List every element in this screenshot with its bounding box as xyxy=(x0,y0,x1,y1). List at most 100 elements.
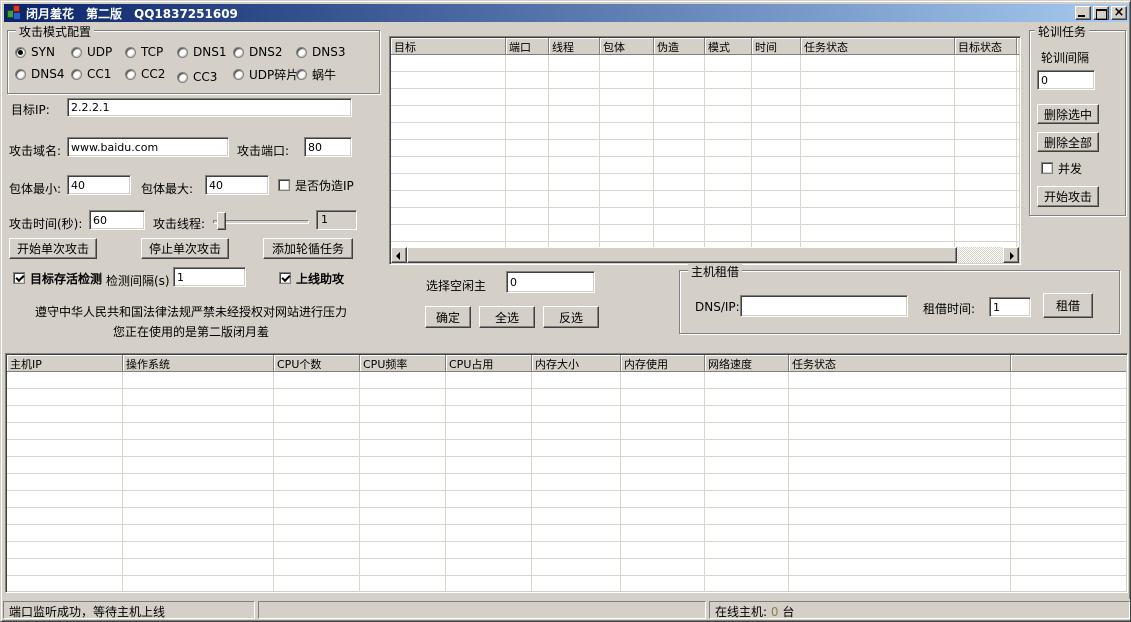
column-header-os[interactable]: 操作系统 xyxy=(123,355,274,372)
arrow-right-icon[interactable] xyxy=(1003,247,1019,263)
minimize-icon[interactable] xyxy=(1075,6,1091,20)
legal-warning-line1: 遵守中华人民共和国法律法规严禁未经授权对网站进行压力 xyxy=(1,303,381,320)
dns-ip-label: DNS/IP: xyxy=(695,300,740,314)
attack-time-input[interactable] xyxy=(89,210,145,230)
radio-label: DNS1 xyxy=(193,45,226,59)
host-rental-group-title: 主机租借 xyxy=(688,263,742,280)
add-loop-task-button[interactable]: 添加轮循任务 xyxy=(263,238,353,259)
status-bar: 端口监听成功，等待主机上线 在线主机: 0 台 xyxy=(3,599,1130,620)
maximize-icon[interactable] xyxy=(1093,6,1109,20)
check-interval-label: 检测间隔(s) xyxy=(106,272,170,289)
radio-label: TCP xyxy=(141,45,163,59)
column-header-cpu-freq[interactable]: CPU频率 xyxy=(360,355,446,372)
column-header-packet[interactable]: 包体 xyxy=(600,38,654,55)
column-header-cpu-count[interactable]: CPU个数 xyxy=(274,355,360,372)
select-idle-host-input[interactable] xyxy=(506,271,595,293)
checkbox-icon xyxy=(1041,162,1053,174)
column-header-port[interactable]: 端口 xyxy=(506,38,549,55)
radio-mode-dns1[interactable]: DNS1 xyxy=(177,45,226,59)
radio-mode-udp-fragment[interactable]: UDP碎片 xyxy=(233,67,298,81)
column-header-target[interactable]: 目标 xyxy=(391,38,506,55)
radio-label: CC1 xyxy=(87,67,111,81)
app-window: 闭月羞花 第二版 QQ1837251609 攻击模式配置 SYN UDP TCP… xyxy=(0,0,1131,622)
radio-icon xyxy=(177,72,188,83)
radio-icon xyxy=(233,69,244,80)
threads-value-box: 1 xyxy=(316,210,357,230)
radio-mode-tcp[interactable]: TCP xyxy=(125,45,163,59)
task-table-header: 目标 端口 线程 包体 伪造 模式 时间 任务状态 目标状态 xyxy=(391,38,1019,55)
checkbox-icon xyxy=(13,272,25,284)
column-header-target-status[interactable]: 目标状态 xyxy=(955,38,1017,55)
packet-max-input[interactable] xyxy=(205,175,269,195)
column-header-mem-usage[interactable]: 内存使用 xyxy=(621,355,705,372)
column-header-time[interactable]: 时间 xyxy=(752,38,801,55)
radio-icon xyxy=(233,47,244,58)
select-all-button[interactable]: 全选 xyxy=(479,306,535,328)
radio-icon xyxy=(15,47,26,58)
column-header-threads[interactable]: 线程 xyxy=(549,38,600,55)
target-ip-input[interactable] xyxy=(67,98,352,117)
threads-slider-track[interactable] xyxy=(213,220,309,224)
invert-selection-button[interactable]: 反选 xyxy=(543,306,599,328)
packet-min-input[interactable] xyxy=(67,175,131,195)
radio-mode-cc1[interactable]: CC1 xyxy=(71,67,111,81)
column-header-task-status[interactable]: 任务状态 xyxy=(801,38,955,55)
stop-single-attack-button[interactable]: 停止单次攻击 xyxy=(141,238,229,259)
attack-domain-label: 攻击域名: xyxy=(9,142,61,159)
attack-time-label: 攻击时间(秒): xyxy=(9,215,82,232)
attack-port-input[interactable] xyxy=(304,137,352,157)
arrow-left-icon[interactable] xyxy=(391,247,407,263)
column-header-cpu-usage[interactable]: CPU占用 xyxy=(446,355,532,372)
radio-mode-snail[interactable]: 蜗牛 xyxy=(296,67,336,81)
attack-mode-group-title: 攻击模式配置 xyxy=(16,23,94,40)
loop-interval-input[interactable] xyxy=(1037,70,1095,90)
attack-port-label: 攻击端口: xyxy=(237,142,289,159)
attack-domain-input[interactable] xyxy=(67,137,229,157)
online-assist-checkbox[interactable]: 上线助攻 xyxy=(279,271,344,285)
delete-selected-button[interactable]: 删除选中 xyxy=(1037,104,1099,124)
column-header-net-speed[interactable]: 网络速度 xyxy=(705,355,789,372)
column-header-host-ip[interactable]: 主机IP xyxy=(7,355,123,372)
host-table-header: 主机IP 操作系统 CPU个数 CPU频率 CPU占用 内存大小 内存使用 网络… xyxy=(7,355,1126,372)
radio-mode-udp[interactable]: UDP xyxy=(71,45,112,59)
scrollbar-track[interactable] xyxy=(957,247,1003,263)
scrollbar-thumb[interactable] xyxy=(407,247,957,263)
delete-all-button[interactable]: 删除全部 xyxy=(1037,132,1099,152)
column-header-mem-size[interactable]: 内存大小 xyxy=(532,355,621,372)
attack-threads-label: 攻击线程: xyxy=(153,215,205,232)
radio-mode-dns4[interactable]: DNS4 xyxy=(15,67,64,81)
radio-icon xyxy=(71,69,82,80)
column-header-task-status[interactable]: 任务状态 xyxy=(789,355,1011,372)
confirm-button[interactable]: 确定 xyxy=(425,306,471,328)
radio-label: 蜗牛 xyxy=(312,66,336,83)
checkbox-label: 目标存活检测 xyxy=(30,270,102,287)
radio-label: UDP碎片 xyxy=(249,66,298,83)
radio-icon xyxy=(71,47,82,58)
start-single-attack-button[interactable]: 开始单次攻击 xyxy=(9,238,97,259)
dns-ip-input[interactable] xyxy=(740,295,908,317)
column-header-mode[interactable]: 模式 xyxy=(705,38,752,55)
version-notice-line2: 您正在使用的是第二版闭月羞 xyxy=(1,323,381,340)
check-interval-input[interactable] xyxy=(173,267,246,287)
target-alive-checkbox[interactable]: 目标存活检测 xyxy=(13,271,102,285)
radio-mode-cc2[interactable]: CC2 xyxy=(125,67,165,81)
rental-time-input[interactable] xyxy=(989,297,1031,317)
task-table-hscrollbar[interactable] xyxy=(391,247,1019,263)
close-icon[interactable] xyxy=(1111,6,1127,20)
host-table-body[interactable] xyxy=(7,372,1126,591)
column-header-fake[interactable]: 伪造 xyxy=(654,38,705,55)
radio-mode-dns2[interactable]: DNS2 xyxy=(233,45,282,59)
radio-label: DNS4 xyxy=(31,67,64,81)
start-attack-button[interactable]: 开始攻击 xyxy=(1037,186,1099,207)
radio-mode-cc3[interactable]: CC3 xyxy=(177,70,217,84)
fake-ip-checkbox[interactable]: 是否伪造IP xyxy=(278,178,354,192)
threads-slider-thumb[interactable] xyxy=(217,212,226,230)
status-message: 端口监听成功，等待主机上线 xyxy=(3,601,255,619)
radio-mode-dns3[interactable]: DNS3 xyxy=(296,45,345,59)
concurrent-checkbox[interactable]: 并发 xyxy=(1041,161,1082,175)
status-online-hosts: 在线主机: 0 台 xyxy=(709,601,1130,619)
radio-mode-syn[interactable]: SYN xyxy=(15,45,55,59)
task-table-body[interactable] xyxy=(391,55,1019,247)
radio-icon xyxy=(125,69,136,80)
rent-button[interactable]: 租借 xyxy=(1043,293,1093,318)
